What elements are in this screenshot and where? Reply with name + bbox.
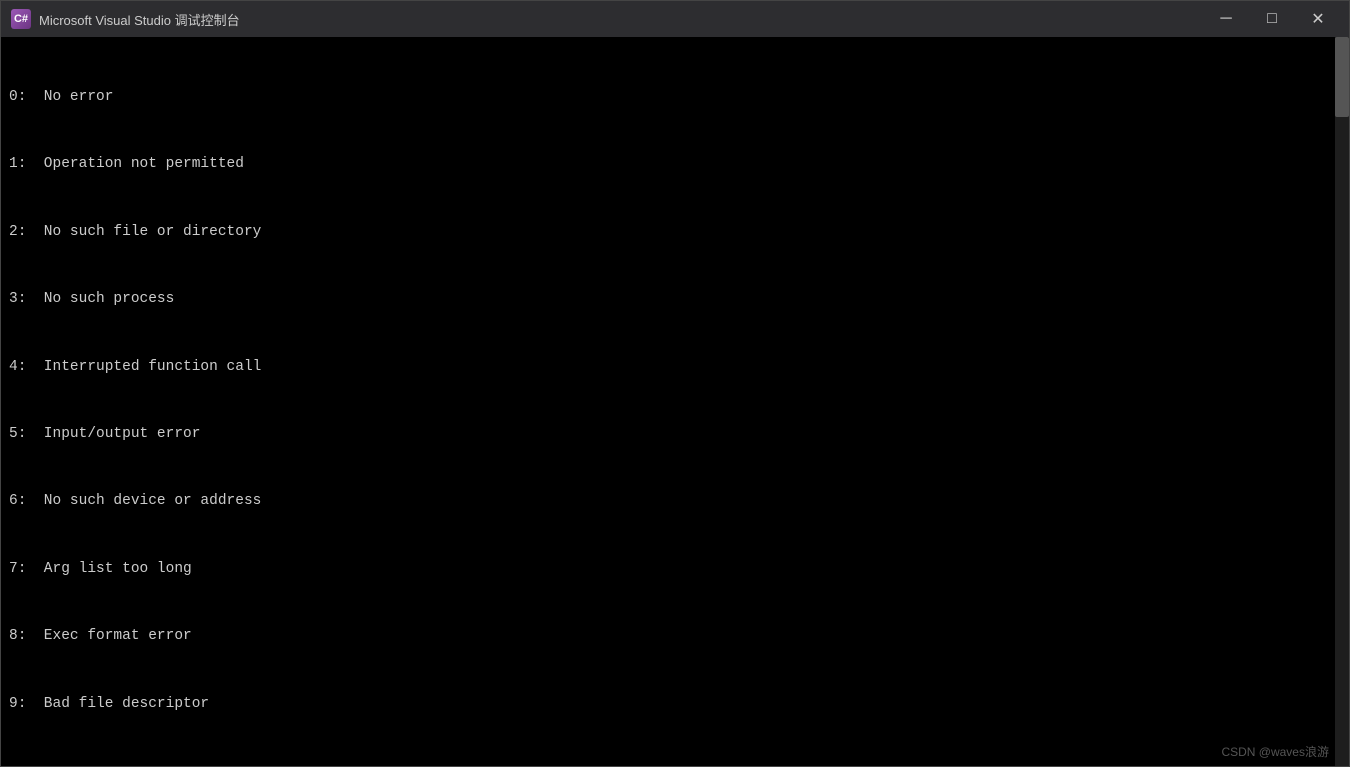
output-line-5: 5: Input/output error [9,423,1341,445]
output-line-7: 7: Arg list too long [9,558,1341,580]
main-window: C# Microsoft Visual Studio 调试控制台 ─ □ ✕ 0… [0,0,1350,767]
output-line-1: 1: Operation not permitted [9,153,1341,175]
blank-line [9,760,1341,766]
output-line-4: 4: Interrupted function call [9,356,1341,378]
watermark: CSDN @waves浪游 [1221,743,1329,760]
output-line-8: 8: Exec format error [9,625,1341,647]
title-bar-left: C# Microsoft Visual Studio 调试控制台 [11,9,240,29]
output-line-2: 2: No such file or directory [9,221,1341,243]
scrollbar-thumb[interactable] [1335,37,1349,117]
console-area: 0: No error 1: Operation not permitted 2… [1,37,1349,766]
title-bar: C# Microsoft Visual Studio 调试控制台 ─ □ ✕ [1,1,1349,37]
app-icon: C# [11,9,31,29]
window-title: Microsoft Visual Studio 调试控制台 [39,10,240,29]
app-icon-label: C# [14,13,28,25]
window-controls: ─ □ ✕ [1203,1,1341,37]
output-line-6: 6: No such device or address [9,490,1341,512]
close-button[interactable]: ✕ [1295,1,1341,37]
console-output: 0: No error 1: Operation not permitted 2… [9,41,1341,766]
minimize-button[interactable]: ─ [1203,1,1249,37]
output-line-9: 9: Bad file descriptor [9,693,1341,715]
output-line-0: 0: No error [9,86,1341,108]
scrollbar[interactable] [1335,37,1349,766]
maximize-button[interactable]: □ [1249,1,1295,37]
output-line-3: 3: No such process [9,288,1341,310]
